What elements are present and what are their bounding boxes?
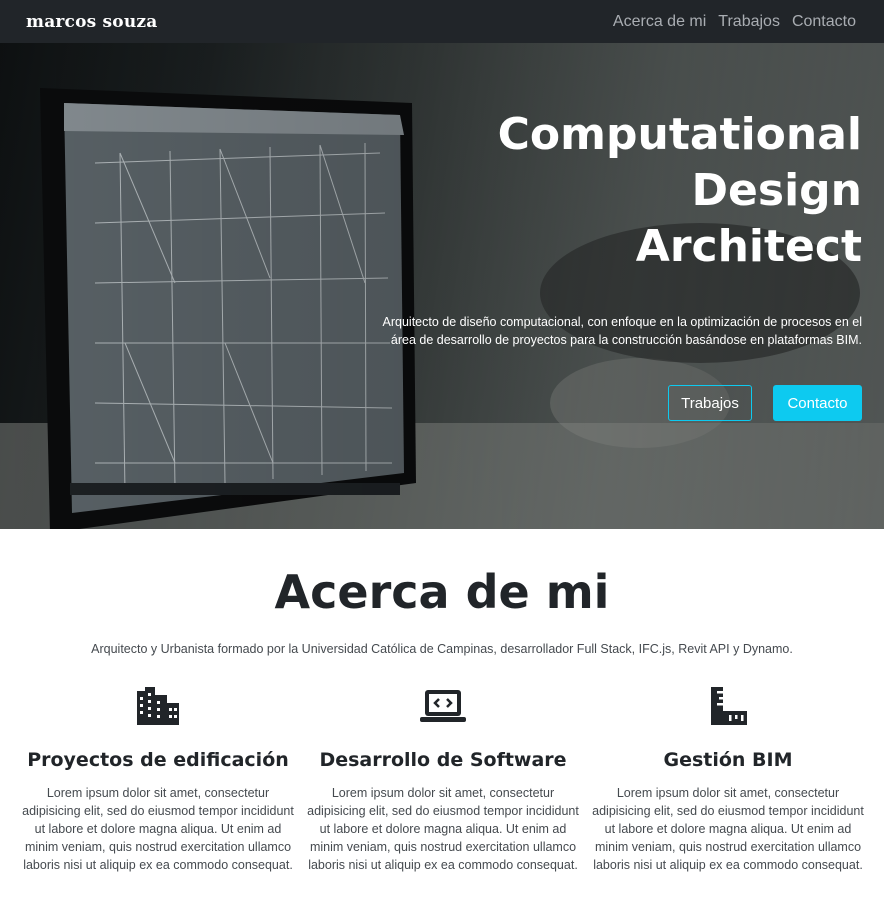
navbar: marcos souza Acerca de mi Trabajos Conta… (0, 0, 884, 43)
ruler-combined-icon (588, 686, 868, 726)
buildings-icon (18, 686, 298, 726)
laptop-code-icon (303, 686, 583, 726)
feature-text-bim: Lorem ipsum dolor sit amet, consectetur … (592, 786, 864, 872)
hero-title: Computational Design Architect (442, 107, 862, 275)
feature-title-bim: Gestión BIM (663, 749, 793, 771)
feature-card-edificacion: Proyectos de edificación Lorem ipsum dol… (18, 686, 298, 874)
feature-card-bim: Gestión BIM Lorem ipsum dolor sit amet, … (588, 686, 868, 874)
hero-title-line-1: Computational (497, 109, 862, 160)
feature-title-software: Desarrollo de Software (319, 749, 567, 771)
feature-title-edificacion: Proyectos de edificación (27, 749, 289, 771)
nav-link-trabajos[interactable]: Trabajos (718, 13, 780, 31)
trabajos-button[interactable]: Trabajos (668, 385, 752, 421)
hero-section: Computational Design Architect Arquitect… (0, 43, 884, 529)
feature-card-software: Desarrollo de Software Lorem ipsum dolor… (303, 686, 583, 874)
brand-logo[interactable]: marcos souza (26, 12, 157, 32)
feature-text-software: Lorem ipsum dolor sit amet, consectetur … (307, 786, 579, 872)
hero-title-line-2: Design (691, 165, 862, 216)
feature-text-edificacion: Lorem ipsum dolor sit amet, consectetur … (22, 786, 294, 872)
nav-links: Acerca de mi Trabajos Contacto (613, 13, 856, 31)
nav-link-contacto[interactable]: Contacto (792, 13, 856, 31)
about-description: Arquitecto y Urbanista formado por la Un… (91, 642, 793, 656)
hero-subtitle: Arquitecto de diseño computacional, con … (382, 315, 862, 347)
contacto-button[interactable]: Contacto (773, 385, 862, 421)
nav-link-acerca[interactable]: Acerca de mi (613, 13, 706, 31)
hero-title-line-3: Architect (635, 221, 862, 272)
about-title: Acerca de mi (274, 565, 610, 619)
